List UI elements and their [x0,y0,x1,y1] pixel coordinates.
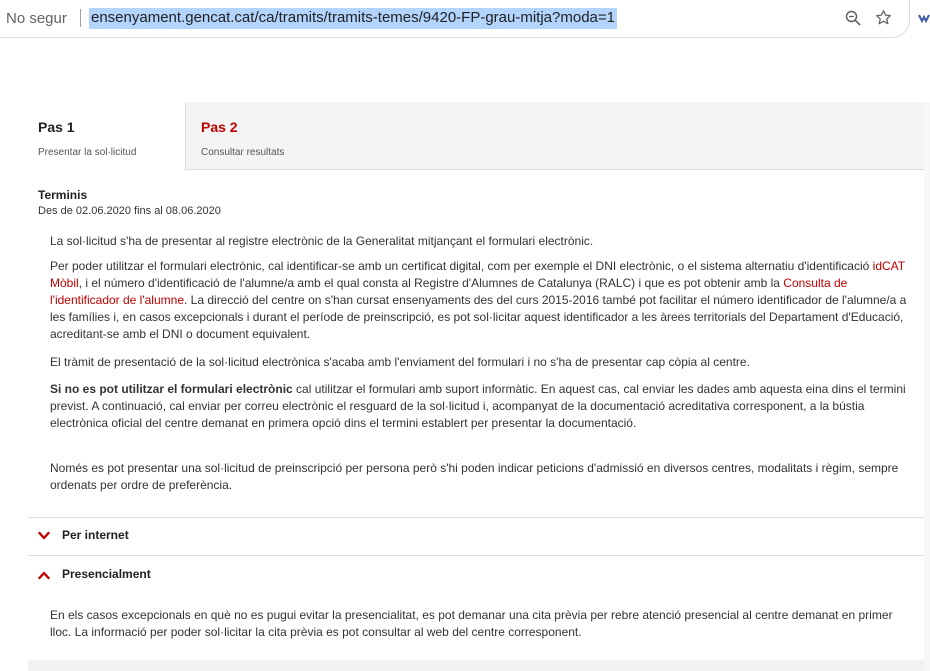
chevron-down-icon [38,531,50,540]
extension-icon[interactable] [918,12,930,24]
accordion-label: Presencialment [62,567,151,581]
step-subtitle: Presentar la sol·licitud [38,147,137,158]
paragraph-registre: La sol·licitud s'ha de presentar al regi… [50,233,916,250]
panel-bottom-edge [28,660,924,671]
paragraph-bold-text: Si no es pot utilitzar el formulari elec… [50,382,293,396]
paragraph-identificacio: Per poder utilitzar el formulari electrò… [50,258,916,343]
paragraph-preferencia: Només es pot presentar una sol·licitud d… [50,460,916,494]
step-title: Pas 1 [38,119,75,135]
paragraph-text: Només es pot presentar una sol·licitud d… [50,461,899,492]
divider [28,555,924,556]
terminis-heading: Terminis [38,188,88,202]
accordion-label: Per internet [62,528,129,542]
step-title: Pas 2 [201,119,238,135]
paragraph-suport-informatic: Si no es pot utilitzar el formulari elec… [50,381,916,432]
terminis-dates: Des de 02.06.2020 fins al 08.06.2020 [38,205,221,217]
paragraph-text: El tràmit de presentació de la sol·licit… [50,355,750,369]
presencial-text: En els casos excepcionals en què no es p… [50,607,916,641]
paragraph-text: La sol·licitud s'ha de presentar al regi… [50,234,594,248]
browser-address-bar: No segur ensenyament.gencat.cat/ca/trami… [0,0,930,38]
chevron-up-icon [38,571,50,580]
divider [28,517,924,518]
tab-pas-1[interactable]: Pas 1 Presentar la sol·licitud [28,102,186,171]
zoom-icon[interactable] [845,10,861,26]
security-indicator[interactable]: No segur [6,10,67,27]
tab-pas-2[interactable]: Pas 2 Consultar resultats [186,102,924,170]
url-text[interactable]: ensenyament.gencat.cat/ca/tramits/tramit… [89,8,617,29]
paragraph-text: , i el número d'identificació de l'alumn… [78,276,784,290]
step-subtitle: Consultar resultats [201,147,285,158]
step-tabs: Pas 1 Presentar la sol·licitud Pas 2 Con… [28,102,924,171]
paragraph-text: En els casos excepcionals en què no es p… [50,608,893,639]
address-separator [80,9,81,27]
paragraph-tramit: El tràmit de presentació de la sol·licit… [50,354,916,371]
star-icon[interactable] [875,9,892,26]
paragraph-text: Per poder utilitzar el formulari electrò… [50,259,873,273]
